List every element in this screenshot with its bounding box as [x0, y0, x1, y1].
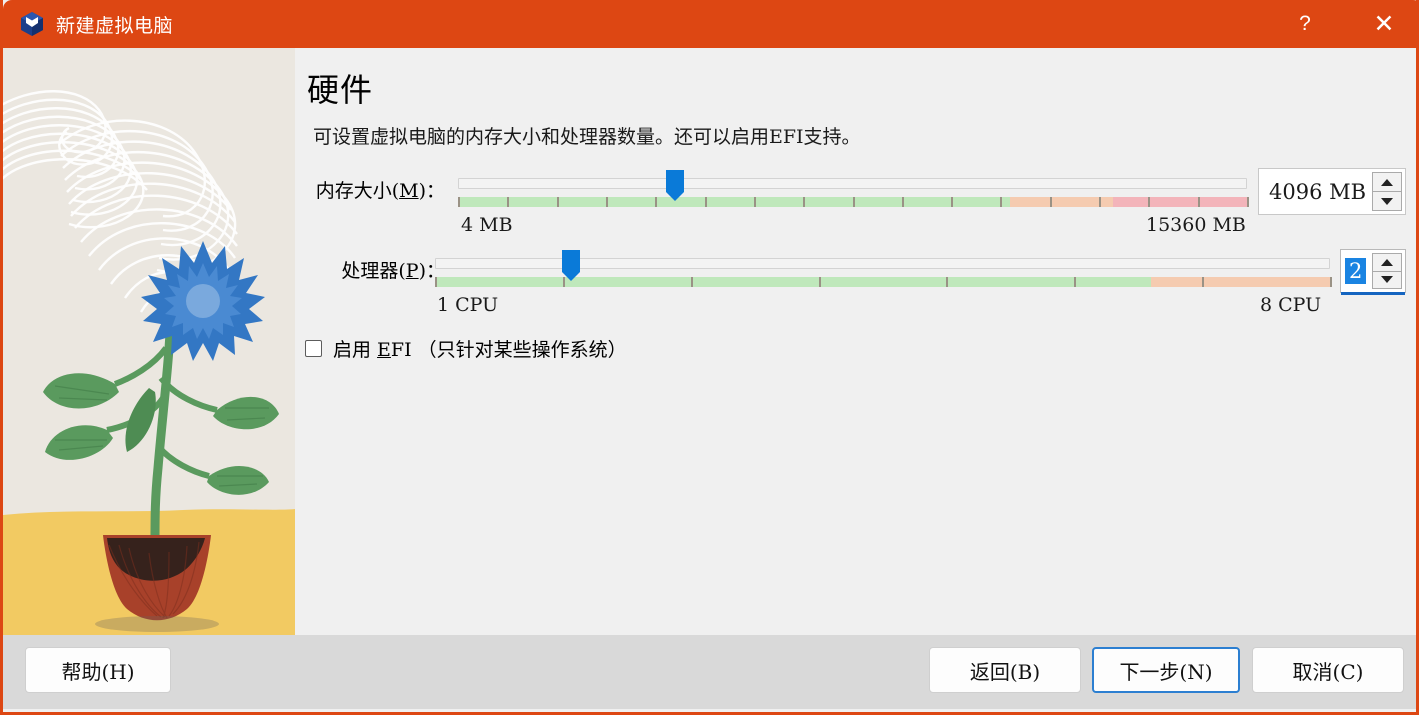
enable-efi-checkbox-row[interactable]: 启用 EFI （只针对某些操作系统） — [305, 335, 627, 362]
page-title: 硬件 — [307, 71, 374, 109]
slider-tick — [458, 197, 460, 207]
processors-label: 处理器(P)： — [295, 256, 445, 283]
memory-label-suffix: )： — [418, 180, 445, 202]
processors-spinbox[interactable]: 2 — [1340, 249, 1406, 295]
slider-segment-2 — [1112, 197, 1247, 207]
processors-slider-handle[interactable] — [562, 250, 581, 281]
memory-value[interactable]: 4096 MB — [1259, 169, 1372, 214]
memory-slider[interactable] — [458, 166, 1249, 211]
slider-tick — [753, 197, 756, 207]
processors-label-prefix: 处理器( — [341, 260, 406, 282]
slider-tick — [562, 277, 565, 287]
memory-spin-up-button[interactable] — [1372, 172, 1402, 192]
help-titlebar-button[interactable]: ? — [1282, 1, 1328, 47]
slider-tick — [1000, 197, 1003, 207]
slider-tick — [1148, 197, 1151, 207]
slider-segment-1 — [1151, 277, 1330, 287]
next-button[interactable]: 下一步(N) — [1092, 647, 1240, 693]
processors-min-label: 1 CPU — [437, 294, 499, 316]
memory-label: 内存大小(M)： — [295, 176, 445, 203]
new-vm-wizard-window: 新建虚拟电脑 ? ✕ 硬件 可设置虚拟电脑的内存大小和处理器数量。还可以启用EF… — [0, 0, 1419, 715]
memory-label-prefix: 内存大小( — [315, 180, 400, 202]
slider-tick — [605, 197, 608, 207]
slider-tick — [435, 277, 437, 287]
slider-tick — [1049, 197, 1052, 207]
slider-tick — [1074, 277, 1077, 287]
memory-max-label: 15360 MB — [1146, 214, 1246, 236]
slider-tick — [818, 277, 821, 287]
slider-tick — [1247, 197, 1249, 207]
potted-flower-illustration — [3, 48, 295, 635]
title-bar: 新建虚拟电脑 ? ✕ — [3, 0, 1416, 48]
slider-tick — [704, 197, 707, 207]
efi-label-mnemonic: E — [377, 339, 391, 361]
memory-spin-buttons — [1372, 172, 1402, 211]
slider-segment-0 — [435, 277, 1151, 287]
enable-efi-label: 启用 EFI （只针对某些操作系统） — [333, 335, 627, 362]
wizard-footer: 帮助(H) 返回(B) 下一步(N) 取消(C) — [3, 635, 1416, 709]
wizard-content: 硬件 可设置虚拟电脑的内存大小和处理器数量。还可以启用EFI支持。 内存大小(M… — [295, 48, 1416, 635]
memory-slider-handle[interactable] — [665, 170, 684, 201]
wizard-illustration — [3, 48, 295, 635]
slider-tick — [1330, 277, 1332, 287]
slider-tick — [507, 197, 510, 207]
chevron-up-icon — [1381, 178, 1393, 186]
slider-tick — [951, 197, 954, 207]
slider-segment-1 — [1010, 197, 1113, 207]
slider-segment-0 — [458, 197, 1011, 207]
processors-slider[interactable] — [435, 246, 1332, 291]
slider-tick — [852, 197, 855, 207]
slider-tick — [655, 197, 658, 207]
memory-spin-down-button[interactable] — [1372, 192, 1402, 211]
memory-slider-groove[interactable] — [458, 178, 1247, 189]
slider-tick — [1099, 197, 1102, 207]
chevron-down-icon — [1381, 197, 1393, 205]
memory-label-mnemonic: M — [399, 180, 419, 202]
processors-row: 处理器(P)： 1 CPU 8 CPU 2 — [295, 246, 1416, 326]
processors-focus-underline — [1341, 292, 1405, 295]
processors-spin-up-button[interactable] — [1372, 253, 1402, 272]
processors-value-wrapper[interactable]: 2 — [1341, 250, 1372, 292]
back-button[interactable]: 返回(B) — [929, 647, 1081, 693]
slider-tick — [690, 277, 693, 287]
processors-label-mnemonic: P — [405, 260, 419, 282]
chevron-up-icon — [1381, 258, 1393, 266]
efi-label-prefix: 启用 — [333, 339, 378, 361]
processors-spin-buttons — [1372, 253, 1402, 289]
slider-tick — [901, 197, 904, 207]
memory-row: 内存大小(M)： 4 MB 15360 MB 4096 MB — [295, 166, 1416, 246]
memory-min-label: 4 MB — [461, 214, 513, 236]
cancel-button[interactable]: 取消(C) — [1252, 647, 1404, 693]
virtualbox-cube-icon — [18, 10, 46, 38]
processors-max-label: 8 CPU — [1260, 294, 1322, 316]
processors-spin-down-button[interactable] — [1372, 271, 1402, 289]
chevron-down-icon — [1381, 276, 1393, 284]
slider-tick — [1197, 197, 1200, 207]
window-title: 新建虚拟电脑 — [56, 15, 174, 37]
processors-value[interactable]: 2 — [1345, 258, 1367, 284]
slider-tick — [946, 277, 949, 287]
help-button[interactable]: 帮助(H) — [25, 647, 171, 693]
enable-efi-checkbox[interactable] — [305, 340, 322, 357]
close-icon[interactable]: ✕ — [1354, 1, 1414, 47]
page-description: 可设置虚拟电脑的内存大小和处理器数量。还可以启用EFI支持。 — [313, 126, 861, 148]
slider-tick — [556, 197, 559, 207]
efi-label-suffix: FI （只针对某些操作系统） — [390, 339, 627, 361]
memory-spinbox[interactable]: 4096 MB — [1258, 168, 1406, 215]
slider-tick — [803, 197, 806, 207]
slider-tick — [1202, 277, 1205, 287]
